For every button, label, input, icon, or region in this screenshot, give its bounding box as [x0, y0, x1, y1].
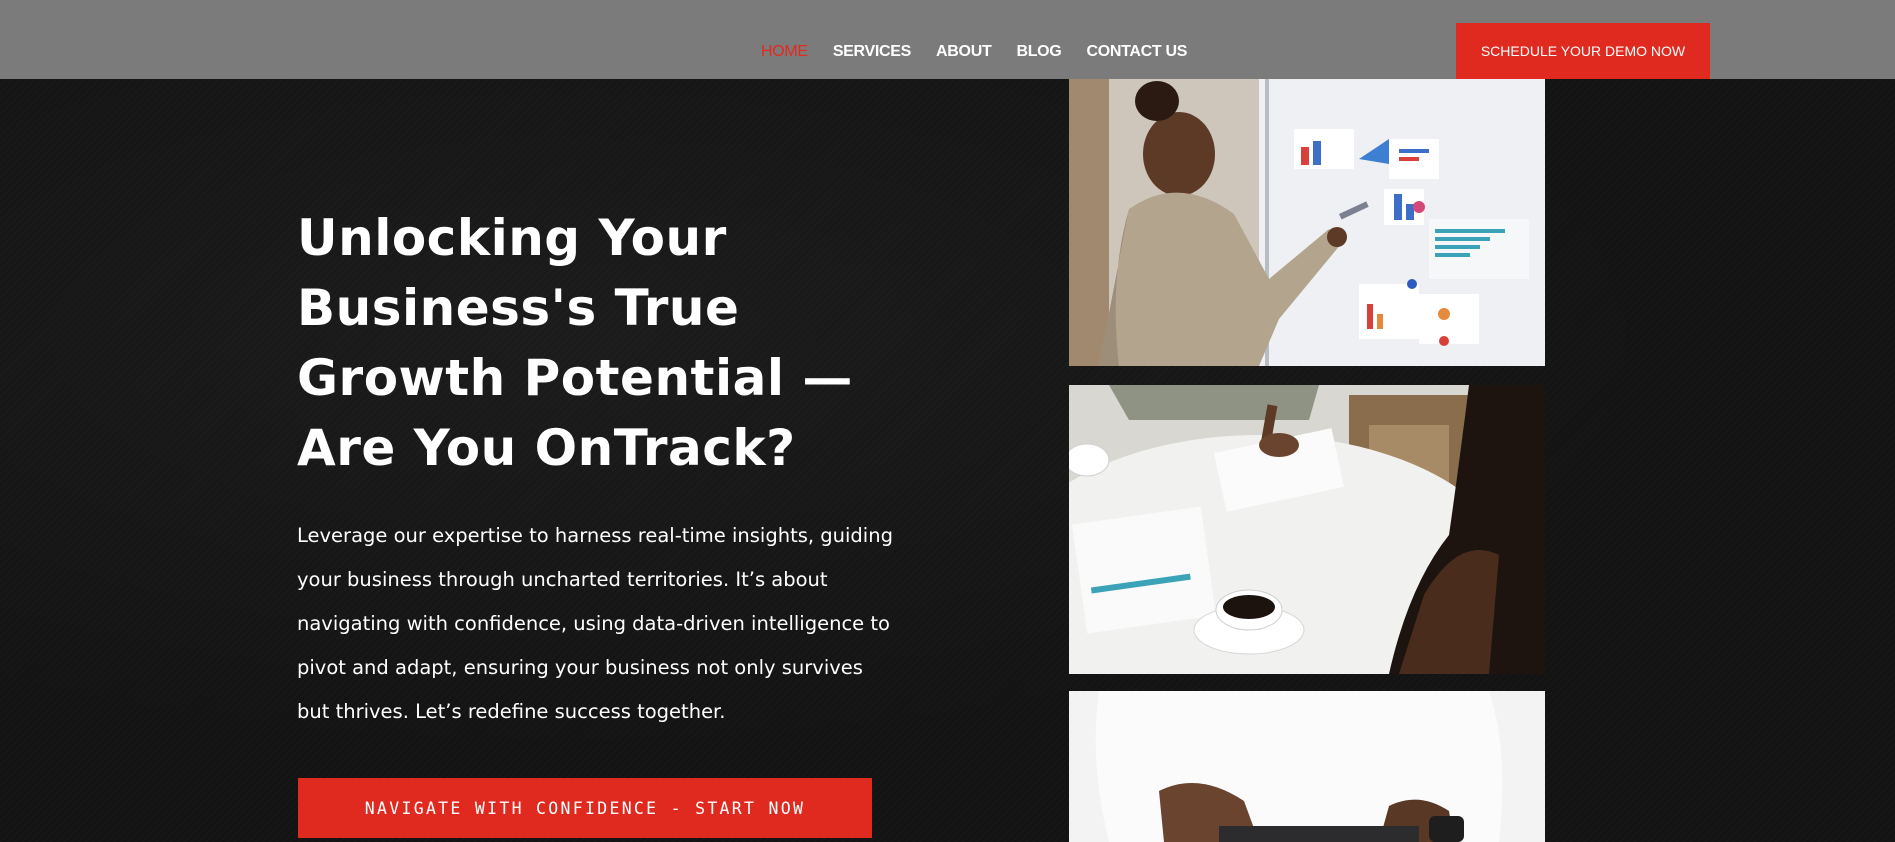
hero-title: Unlocking Your Business's True Growth Po…: [297, 209, 853, 477]
woman-presenting-charts-photo: [1069, 79, 1545, 366]
main-nav: HOME SERVICES ABOUT BLOG CONTACT US: [761, 42, 1212, 62]
nav-services[interactable]: SERVICES: [833, 42, 912, 62]
person-typing-laptop-photo: [1069, 691, 1545, 842]
nav-blog[interactable]: BLOG: [1016, 42, 1061, 62]
schedule-demo-button[interactable]: SCHEDULE YOUR DEMO NOW: [1456, 23, 1710, 79]
nav-home[interactable]: HOME: [761, 42, 808, 62]
meeting-table-notes-coffee-photo: [1069, 385, 1545, 674]
site-header: HOME SERVICES ABOUT BLOG CONTACT US SCHE…: [0, 0, 1895, 79]
hero-description: Leverage our expertise to harness real-t…: [297, 524, 893, 723]
nav-contact-us[interactable]: CONTACT US: [1086, 42, 1187, 62]
nav-about[interactable]: ABOUT: [936, 42, 992, 62]
start-now-button[interactable]: NAVIGATE WITH CONFIDENCE - START NOW: [298, 778, 872, 838]
